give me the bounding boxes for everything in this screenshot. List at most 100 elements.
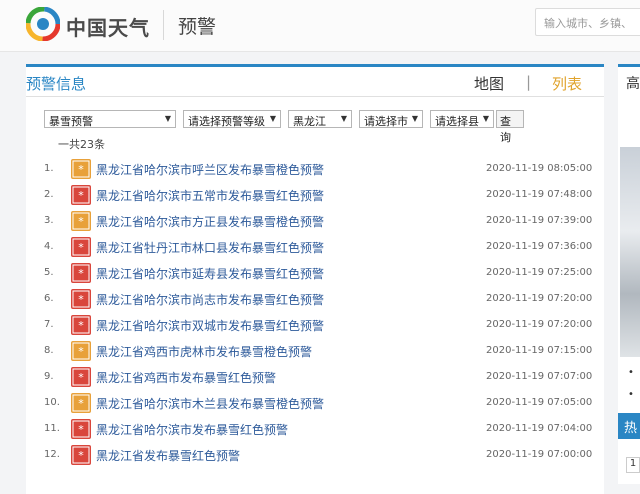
query-button[interactable]: 查询 (496, 110, 524, 144)
warning-row[interactable]: 12. * 黑龙江省发布暴雪红色预警 2020-11-19 07:00:00 (26, 443, 604, 469)
warning-title-link[interactable]: 黑龙江省鸡西市发布暴雪红色预警 (96, 369, 276, 386)
svg-text:*: * (78, 449, 84, 462)
svg-text:*: * (78, 215, 84, 228)
list-view-tab[interactable]: 列表 (552, 73, 582, 94)
row-number: 10. (44, 397, 60, 408)
warning-time: 2020-11-19 07:25:00 (486, 267, 593, 278)
warning-row[interactable]: 7. * 黑龙江省哈尔滨市双城市发布暴雪红色预警 2020-11-19 07:20:0… (26, 313, 604, 339)
svg-text:*: * (78, 163, 84, 176)
bullet-icon: • (628, 389, 634, 400)
row-number: 5. (44, 267, 54, 278)
warning-title-link[interactable]: 黑龙江省哈尔滨市延寿县发布暴雪红色预警 (96, 265, 324, 282)
snowstorm-warning-icon: * (71, 211, 91, 231)
warning-row[interactable]: 4. * 黑龙江省牡丹江市林口县发布暴雪红色预警 2020-11-19 07:36:0… (26, 235, 604, 261)
warning-title-link[interactable]: 黑龙江省发布暴雪红色预警 (96, 447, 240, 464)
warning-time: 2020-11-19 07:20:00 (486, 319, 593, 330)
city-search-input[interactable]: 输入城市、乡镇、 (535, 8, 640, 36)
warning-title-link[interactable]: 黑龙江省牡丹江市林口县发布暴雪红色预警 (96, 239, 324, 256)
warning-level-value: 请选择预警等级 (188, 115, 265, 128)
svg-text:*: * (78, 241, 84, 254)
warning-title-link[interactable]: 黑龙江省哈尔滨市五常市发布暴雪红色预警 (96, 187, 324, 204)
snowstorm-warning-icon: * (71, 393, 91, 413)
warning-time: 2020-11-19 07:04:00 (486, 423, 593, 434)
chevron-down-icon: ▼ (411, 114, 418, 123)
weather-logo-icon[interactable] (26, 7, 60, 41)
warning-row[interactable]: 5. * 黑龙江省哈尔滨市延寿县发布暴雪红色预警 2020-11-19 07:25:0… (26, 261, 604, 287)
sidebar-head: 高 (626, 76, 640, 92)
warning-row[interactable]: 8. * 黑龙江省鸡西市虎林市发布暴雪橙色预警 2020-11-19 07:15:00 (26, 339, 604, 365)
warning-row[interactable]: 1. * 黑龙江省哈尔滨市呼兰区发布暴雪橙色预警 2020-11-19 08:05:0… (26, 157, 604, 183)
snowstorm-warning-icon: * (71, 289, 91, 309)
chevron-down-icon: ▼ (482, 114, 489, 123)
province-select[interactable]: 黑龙江 ▼ (288, 110, 352, 128)
svg-text:*: * (78, 371, 84, 384)
warning-title-link[interactable]: 黑龙江省哈尔滨市木兰县发布暴雪橙色预警 (96, 395, 324, 412)
snowstorm-warning-icon: * (71, 263, 91, 283)
warning-title-link[interactable]: 黑龙江省鸡西市虎林市发布暴雪橙色预警 (96, 343, 312, 360)
row-number: 2. (44, 189, 54, 200)
warning-type-value: 暴雪预警 (49, 115, 93, 128)
svg-text:*: * (78, 189, 84, 202)
warning-title-link[interactable]: 黑龙江省哈尔滨市双城市发布暴雪红色预警 (96, 317, 324, 334)
site-name[interactable]: 中国天气 (66, 12, 150, 41)
panel-header: 预警信息 地图 | 列表 (26, 67, 604, 97)
warning-time: 2020-11-19 07:00:00 (486, 449, 593, 460)
row-number: 6. (44, 293, 54, 304)
section-title: 预警 (178, 16, 217, 38)
svg-text:*: * (78, 293, 84, 306)
warning-time: 2020-11-19 08:05:00 (486, 163, 593, 174)
warning-row[interactable]: 9. * 黑龙江省鸡西市发布暴雪红色预警 2020-11-19 07:07:00 (26, 365, 604, 391)
warning-row[interactable]: 11. * 黑龙江省哈尔滨市发布暴雪红色预警 2020-11-19 07:04:00 (26, 417, 604, 443)
view-separator: | (526, 73, 532, 91)
row-number: 3. (44, 215, 54, 226)
hot-tab[interactable]: 热 (618, 413, 640, 439)
warning-panel: 预警信息 地图 | 列表 暴雪预警 ▼ 请选择预警等级 ▼ 黑龙江 ▼ 请选择市 ▼ 请… (26, 64, 604, 494)
warning-time: 2020-11-19 07:05:00 (486, 397, 593, 408)
warning-time: 2020-11-19 07:48:00 (486, 189, 593, 200)
warning-title-link[interactable]: 黑龙江省哈尔滨市尚志市发布暴雪红色预警 (96, 291, 324, 308)
chevron-down-icon: ▼ (269, 114, 276, 123)
svg-text:*: * (78, 319, 84, 332)
row-number: 11. (44, 423, 60, 434)
news-photo[interactable] (620, 147, 640, 357)
row-number: 4. (44, 241, 54, 252)
row-number: 12. (44, 449, 60, 460)
snowstorm-warning-icon: * (71, 159, 91, 179)
warning-title-link[interactable]: 黑龙江省哈尔滨市呼兰区发布暴雪橙色预警 (96, 161, 324, 178)
warning-time: 2020-11-19 07:07:00 (486, 371, 593, 382)
county-select[interactable]: 请选择县 ▼ (430, 110, 494, 128)
svg-text:*: * (78, 397, 84, 410)
bullet-icon: • (628, 367, 634, 378)
warning-level-select[interactable]: 请选择预警等级 ▼ (183, 110, 281, 128)
header-divider (163, 10, 164, 40)
warning-type-select[interactable]: 暴雪预警 ▼ (44, 110, 176, 128)
county-value: 请选择县 (435, 115, 479, 128)
city-select[interactable]: 请选择市 ▼ (359, 110, 423, 128)
chevron-down-icon: ▼ (164, 114, 171, 123)
warning-title-link[interactable]: 黑龙江省哈尔滨市发布暴雪红色预警 (96, 421, 288, 438)
warning-title-link[interactable]: 黑龙江省哈尔滨市方正县发布暴雪橙色预警 (96, 213, 324, 230)
row-number: 9. (44, 371, 54, 382)
snowstorm-warning-icon: * (71, 315, 91, 335)
snowstorm-warning-icon: * (71, 445, 91, 465)
warning-time: 2020-11-19 07:39:00 (486, 215, 593, 226)
chevron-down-icon: ▼ (340, 114, 347, 123)
snowstorm-warning-icon: * (71, 367, 91, 387)
snowstorm-warning-icon: * (71, 237, 91, 257)
city-value: 请选择市 (364, 115, 408, 128)
row-number: 7. (44, 319, 54, 330)
warning-time: 2020-11-19 07:15:00 (486, 345, 593, 356)
warning-row[interactable]: 6. * 黑龙江省哈尔滨市尚志市发布暴雪红色预警 2020-11-19 07:20:0… (26, 287, 604, 313)
result-count: 一共23条 (58, 138, 105, 151)
warning-time: 2020-11-19 07:20:00 (486, 293, 593, 304)
snowstorm-warning-icon: * (71, 185, 91, 205)
svg-text:*: * (78, 345, 84, 358)
row-number: 1. (44, 163, 54, 174)
row-number: 8. (44, 345, 54, 356)
snowstorm-warning-icon: * (71, 341, 91, 361)
map-view-tab[interactable]: 地图 (474, 73, 504, 94)
warning-row[interactable]: 10. * 黑龙江省哈尔滨市木兰县发布暴雪橙色预警 2020-11-19 07:05:… (26, 391, 604, 417)
warning-row[interactable]: 3. * 黑龙江省哈尔滨市方正县发布暴雪橙色预警 2020-11-19 07:39:0… (26, 209, 604, 235)
warning-row[interactable]: 2. * 黑龙江省哈尔滨市五常市发布暴雪红色预警 2020-11-19 07:48:0… (26, 183, 604, 209)
top-header: 中国天气 预警 输入城市、乡镇、 (0, 0, 640, 52)
